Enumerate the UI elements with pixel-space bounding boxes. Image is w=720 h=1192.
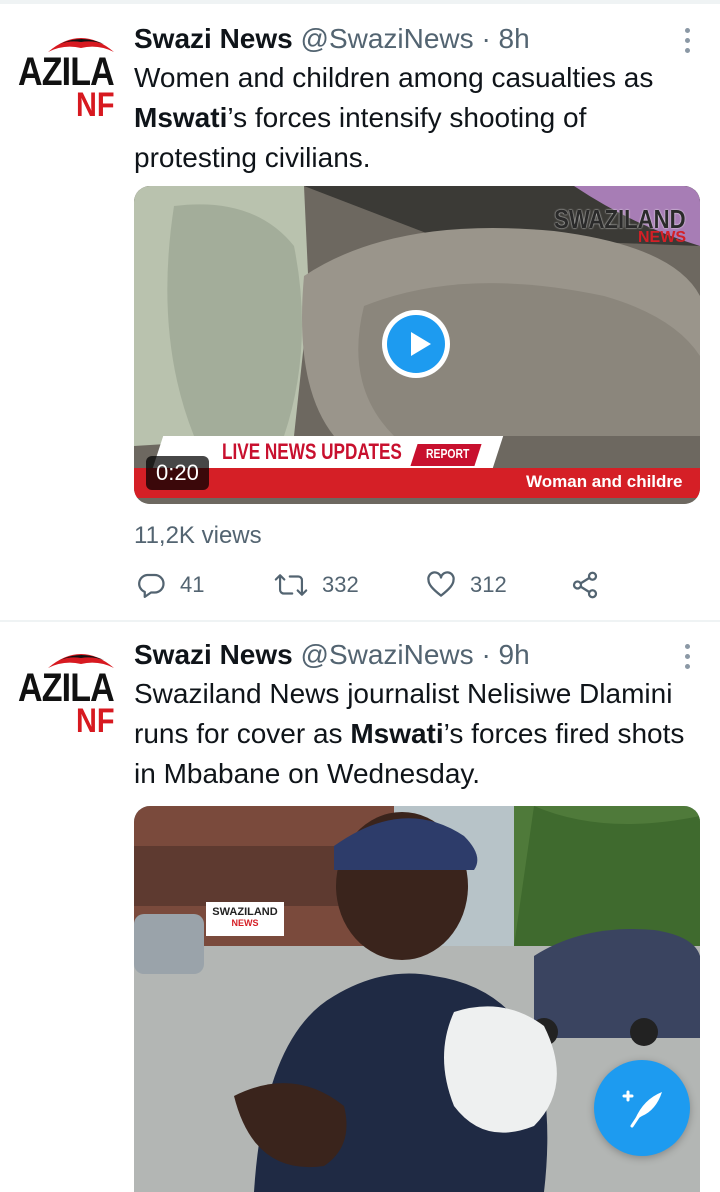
- avatar[interactable]: AZILA NF: [14, 28, 122, 136]
- retweet-icon: [274, 574, 308, 596]
- share-icon: [572, 571, 598, 599]
- more-vertical-icon[interactable]: [684, 28, 692, 56]
- retweet-count: 332: [322, 572, 359, 597]
- play-icon[interactable]: [382, 310, 450, 378]
- channel-logo: SWAZILAND NEWS: [206, 902, 284, 936]
- tweet-time[interactable]: 8h: [499, 23, 530, 54]
- view-count: 11,2K views: [134, 522, 262, 549]
- author-name[interactable]: Swazi News: [134, 639, 293, 670]
- author-handle[interactable]: @SwaziNews: [301, 23, 474, 54]
- share-button[interactable]: [570, 568, 614, 602]
- like-count: 312: [470, 572, 507, 597]
- compose-tweet-icon: [622, 1090, 662, 1128]
- channel-logo-line1: SWAZILAND: [212, 906, 278, 918]
- lower-third-headline: LIVE NEWS UPDATES: [222, 439, 402, 464]
- avatar[interactable]: AZILA NF: [14, 644, 122, 752]
- heart-icon: [427, 571, 455, 597]
- author-name[interactable]: Swazi News: [134, 23, 293, 54]
- tweet-header: Swazi News @SwaziNews · 8h: [134, 22, 530, 56]
- tweet-text-bold: Mswati: [350, 718, 444, 749]
- channel-logo-line1: SWAZILAND: [554, 204, 686, 234]
- channel-logo: SWAZILAND NEWS: [531, 204, 686, 247]
- more-vertical-icon[interactable]: [684, 644, 692, 672]
- channel-logo-line2: NEWS: [231, 918, 259, 928]
- reply-count: 41: [180, 572, 205, 597]
- tweet-text: Women and children among casualties as M…: [134, 58, 704, 178]
- top-divider: [0, 0, 720, 4]
- tweet-header: Swazi News @SwaziNews · 9h: [134, 638, 530, 672]
- news-lower-third: LIVE NEWS UPDATES REPORT Woman and child…: [134, 436, 700, 498]
- avatar-text-bottom: NF: [76, 702, 115, 740]
- lower-third-tag: REPORT: [426, 446, 470, 461]
- reply-button[interactable]: 41: [136, 568, 204, 602]
- compose-tweet-button[interactable]: [594, 1060, 690, 1156]
- tweet[interactable]: AZILA NF Swazi News @SwaziNews · 8h Wome…: [0, 6, 720, 620]
- tweet-text: Swaziland News journalist Nelisiwe Dlami…: [134, 674, 704, 794]
- tweet-time[interactable]: 9h: [499, 639, 530, 670]
- lower-third-ticker: Woman and childre: [526, 472, 683, 491]
- reply-icon: [138, 573, 165, 598]
- avatar-text-bottom: NF: [76, 86, 115, 124]
- separator-dot: ·: [481, 23, 491, 54]
- video-duration: 0:20: [146, 456, 209, 490]
- tweet-text-part: Women and children among casualties as: [134, 62, 654, 93]
- video-player[interactable]: SWAZILAND NEWS LIVE NEWS UPDATES REPORT …: [134, 186, 700, 504]
- tweet-text-bold: Mswati: [134, 102, 228, 133]
- separator-dot: ·: [481, 639, 491, 670]
- author-handle[interactable]: @SwaziNews: [301, 639, 474, 670]
- like-button[interactable]: 312: [426, 568, 507, 602]
- tweet-actions: 41 332 312: [134, 568, 714, 602]
- retweet-button[interactable]: 332: [274, 568, 359, 602]
